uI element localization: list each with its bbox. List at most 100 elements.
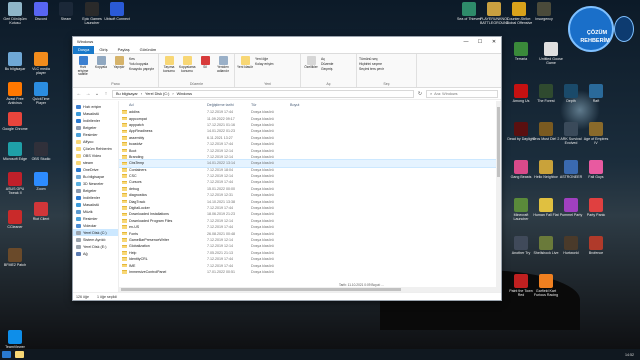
history-button[interactable]: Geçmiş bbox=[321, 67, 333, 71]
desktop-icon[interactable]: Gang Beasts bbox=[507, 160, 535, 190]
nav-item[interactable]: Resimler bbox=[73, 131, 118, 138]
cut-button[interactable]: Kes bbox=[129, 57, 154, 61]
edit-button[interactable]: Düzenle bbox=[321, 62, 333, 66]
desktop-icon[interactable]: Brofence bbox=[582, 236, 610, 266]
title-bar[interactable]: Windows — ☐ ✕ bbox=[73, 37, 501, 46]
nav-item[interactable]: Affyoo bbox=[73, 138, 118, 145]
refresh-icon[interactable]: ↻ bbox=[417, 91, 423, 97]
nav-item[interactable]: Videolar bbox=[73, 222, 118, 229]
desktop-icon[interactable]: CCleaner bbox=[1, 210, 29, 240]
desktop-icon[interactable]: Shellshock Live bbox=[532, 236, 560, 266]
desktop-icon[interactable]: VLC media player bbox=[27, 52, 55, 82]
up-arrow-icon[interactable]: ↑ bbox=[103, 91, 109, 97]
desktop-icon[interactable]: Minecraft Launcher bbox=[507, 198, 535, 228]
column-date[interactable]: Değiştirme tarihi bbox=[207, 103, 251, 107]
tab-home[interactable]: Giriş bbox=[94, 47, 112, 52]
desktop-icon[interactable]: Geri Dönüşüm Kutusu bbox=[1, 2, 29, 32]
desktop-icon[interactable]: Untitled Goose Game bbox=[537, 42, 565, 72]
column-size[interactable]: Boyut bbox=[290, 103, 320, 107]
desktop-icon[interactable]: Ubisoft Connect bbox=[103, 2, 131, 32]
vertical-scrollbar[interactable] bbox=[496, 101, 501, 292]
desktop-icon[interactable]: Bu bilgisayar bbox=[1, 52, 29, 82]
back-arrow-icon[interactable]: ← bbox=[76, 91, 82, 97]
nav-item[interactable]: OneDrive bbox=[73, 166, 118, 173]
desktop-icon[interactable]: Insurgency bbox=[530, 2, 558, 32]
paste-shortcut-button[interactable]: Kısayolu yapıştır bbox=[129, 67, 154, 71]
desktop-icon[interactable]: Age of Empires IV bbox=[582, 122, 610, 152]
search-box[interactable]: ⌕ Ara: Windows bbox=[426, 89, 498, 98]
desktop-icon[interactable]: ASTRONEER bbox=[557, 160, 585, 190]
desktop-icon[interactable]: Hello Neighbor bbox=[532, 160, 560, 190]
desktop-icon[interactable]: Terraria bbox=[507, 42, 535, 72]
desktop-icon[interactable]: QuickTime Player bbox=[27, 82, 55, 112]
tab-file[interactable]: Dosya bbox=[73, 45, 95, 54]
desktop-icon[interactable]: Hurtworld bbox=[557, 236, 585, 266]
desktop-icon[interactable]: Party Panic bbox=[582, 198, 610, 228]
nav-item[interactable]: OBS Video bbox=[73, 152, 118, 159]
desktop-icon[interactable]: Garfield Kart Furious Racing bbox=[532, 274, 560, 304]
nav-item[interactable]: Yerel Disk (E:) bbox=[73, 243, 118, 250]
desktop-icon[interactable]: Human Fall Flat bbox=[532, 198, 560, 228]
file-row[interactable]: ImmersiveControlPanel 17.01.2022 00:51 Dos… bbox=[119, 269, 501, 275]
desktop-icon[interactable]: ASUS GPU Tweak II bbox=[1, 172, 29, 202]
nav-item[interactable]: İndirilenler bbox=[73, 194, 118, 201]
desktop-icon[interactable]: Fall Guys bbox=[582, 160, 610, 190]
new-item-button[interactable]: Yeni öğe bbox=[255, 57, 273, 61]
nav-item[interactable]: Müzik bbox=[73, 208, 118, 215]
scroll-thumb[interactable] bbox=[497, 107, 500, 177]
minimize-button[interactable]: — bbox=[459, 39, 473, 45]
close-button[interactable]: ✕ bbox=[487, 39, 501, 45]
forward-arrow-icon[interactable]: → bbox=[85, 91, 91, 97]
easy-access-button[interactable]: Kolay erişim bbox=[255, 62, 273, 66]
column-type[interactable]: Tür bbox=[251, 103, 290, 107]
desktop-icon[interactable]: BFME2 Patch bbox=[1, 248, 29, 278]
clock[interactable]: 14:52 bbox=[625, 353, 640, 357]
maximize-button[interactable]: ☐ bbox=[473, 39, 487, 45]
desktop-icon[interactable]: OBS Studio bbox=[27, 142, 55, 172]
start-icon[interactable] bbox=[2, 351, 11, 358]
file-explorer-window[interactable]: Windows — ☐ ✕ Dosya Giriş Paylaş Görünüm… bbox=[72, 36, 502, 301]
desktop-icon[interactable]: Epic Games Launcher bbox=[78, 2, 106, 32]
desktop-icon[interactable]: Orcs Must Die! 2 bbox=[532, 122, 560, 152]
file-list[interactable]: Ad Değiştirme tarihi Tür Boyut addins 7.1… bbox=[119, 101, 501, 292]
nav-item[interactable]: Çözüm Rehberim bbox=[73, 145, 118, 152]
nav-item[interactable]: Bu bilgisayar bbox=[73, 173, 118, 180]
address-bar[interactable]: Bu bilgisayar › Yerel Disk (C:) › Windows bbox=[112, 89, 414, 98]
recent-chevron-icon[interactable]: ⌄ bbox=[94, 91, 100, 97]
desktop-icon[interactable]: Zoom bbox=[27, 172, 55, 202]
desktop-icon[interactable]: PLAYERUNKNOWN'S BATTLEGROUNDS bbox=[480, 2, 508, 32]
nav-item[interactable]: 3D Nesneler bbox=[73, 180, 118, 187]
desktop-icon[interactable]: Google Chrome bbox=[1, 112, 29, 142]
nav-item[interactable]: Resimler bbox=[73, 215, 118, 222]
scroll-thumb[interactable] bbox=[121, 288, 401, 291]
desktop-icon[interactable]: Among Us bbox=[507, 84, 535, 114]
nav-item[interactable]: İndirilenler bbox=[73, 117, 118, 124]
select-all-button[interactable]: Tümünü seç bbox=[359, 57, 384, 61]
desktop-icon[interactable]: Sea of Thieves bbox=[455, 2, 483, 32]
breadcrumb-folder[interactable]: Windows bbox=[177, 92, 192, 96]
copy-path-button[interactable]: Yolu kopyala bbox=[129, 62, 154, 66]
desktop-icon[interactable]: Depth bbox=[557, 84, 585, 114]
open-button[interactable]: Aç bbox=[321, 57, 333, 61]
breadcrumb-drive[interactable]: Yerel Disk (C:) bbox=[145, 92, 169, 96]
desktop-icon[interactable]: Pummel Party bbox=[557, 198, 585, 228]
desktop-icon[interactable]: Microsoft Edge bbox=[1, 142, 29, 172]
desktop-icon[interactable]: Counter-Strike: Global Offensive bbox=[505, 2, 533, 32]
tab-share[interactable]: Paylaş bbox=[113, 47, 135, 52]
desktop-icon[interactable]: Riot Client bbox=[27, 202, 55, 232]
tab-view[interactable]: Görünüm bbox=[135, 47, 162, 52]
navigation-pane[interactable]: Hızlı erişim Masaüstü İndirilenler Belgeler… bbox=[73, 101, 119, 292]
nav-item[interactable]: Masaüstü bbox=[73, 110, 118, 117]
desktop-icon[interactable]: Raft bbox=[582, 84, 610, 114]
nav-item[interactable]: Ağ bbox=[73, 250, 118, 257]
desktop-icon[interactable]: Steam bbox=[52, 2, 80, 32]
desktop-icon[interactable]: ARK Survival Evolved bbox=[557, 122, 585, 152]
nav-item[interactable]: steam bbox=[73, 159, 118, 166]
invert-selection-button[interactable]: Seçimi ters çevir bbox=[359, 67, 384, 71]
desktop-icon[interactable]: Discord bbox=[27, 2, 55, 32]
nav-item[interactable]: Hızlı erişim bbox=[73, 103, 118, 110]
nav-item[interactable]: Sistem Ayrıldı bbox=[73, 236, 118, 243]
column-name[interactable]: Ad bbox=[121, 103, 207, 107]
nav-item[interactable]: Masaüstü bbox=[73, 201, 118, 208]
desktop-icon[interactable]: Paint the Town Red bbox=[507, 274, 535, 304]
